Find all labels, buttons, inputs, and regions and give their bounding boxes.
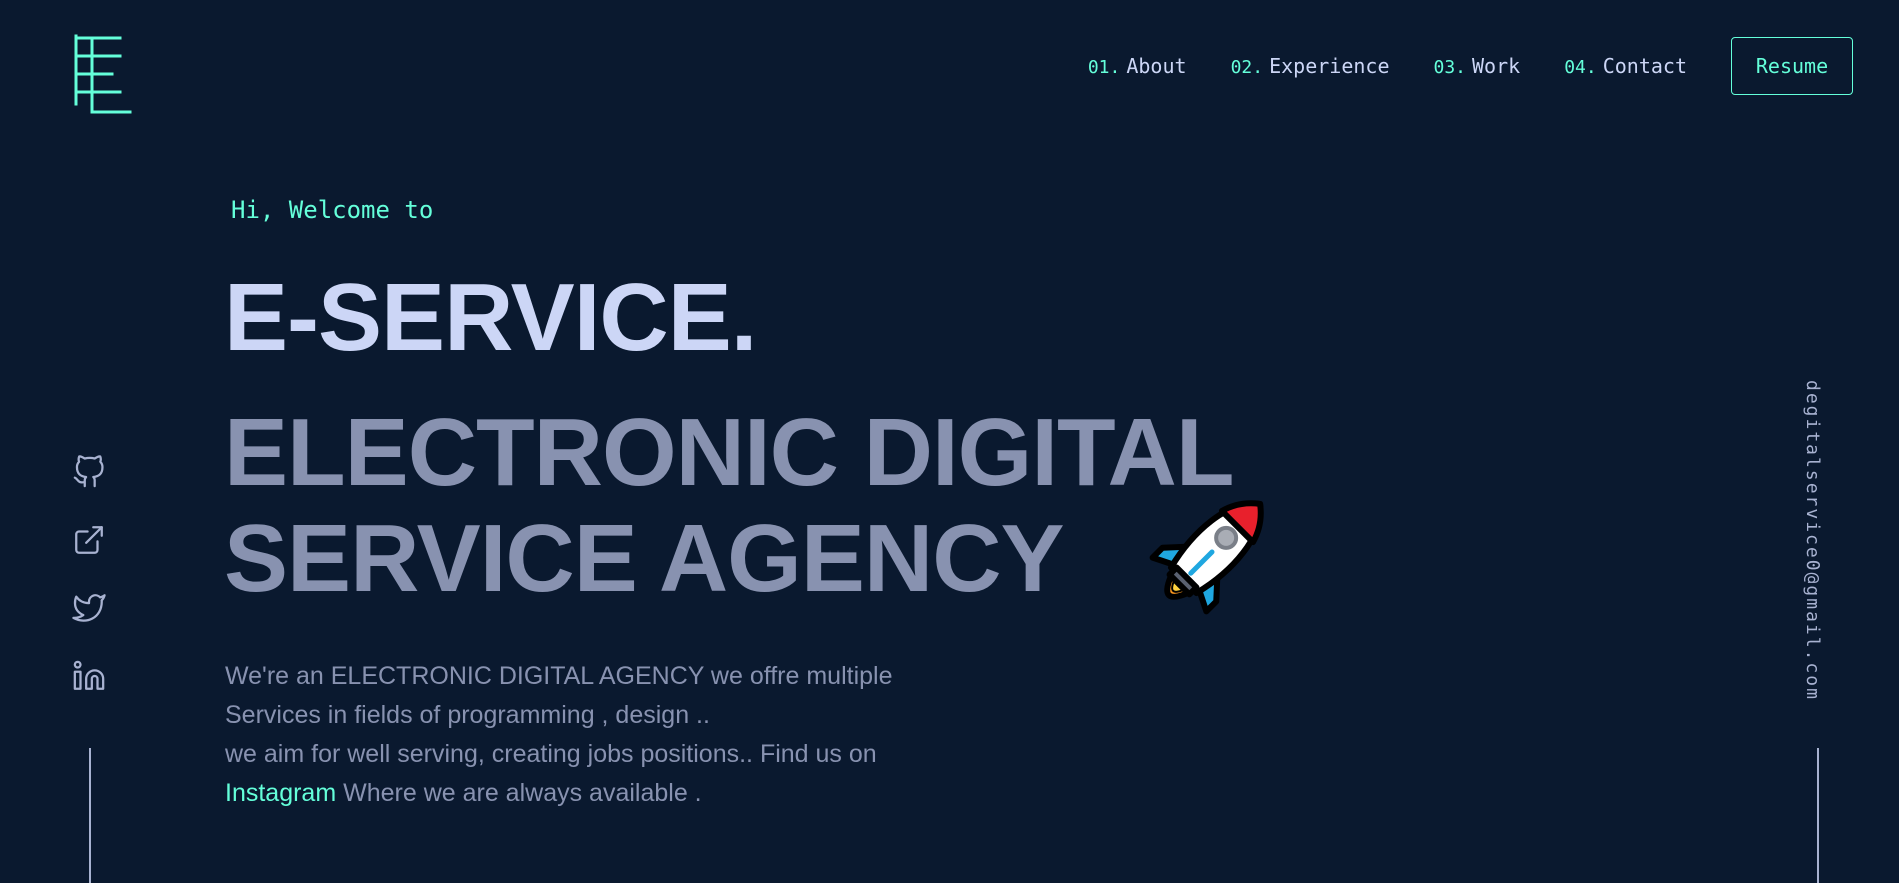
twitter-link[interactable] xyxy=(72,591,106,625)
instagram-link[interactable]: Instagram xyxy=(225,779,336,807)
description-line: Services in fields of programming , desi… xyxy=(225,701,710,729)
nav-item-work[interactable]: 03. Work xyxy=(1434,54,1521,78)
logo[interactable] xyxy=(72,34,134,116)
external-link[interactable] xyxy=(72,523,106,557)
hero-description: We're an ELECTRONIC DIGITAL AGENCY we of… xyxy=(225,657,985,813)
nav-item-about[interactable]: 01. About xyxy=(1088,54,1187,78)
nav-item-contact[interactable]: 04. Contact xyxy=(1564,54,1687,78)
left-divider-line xyxy=(89,748,91,883)
nav-item-number: 01. xyxy=(1087,57,1121,78)
hero-title: E-SERVICE. xyxy=(224,264,757,371)
hero-subtitle-line: SERVICE AGENCY xyxy=(224,505,1065,612)
nav-item-number: 04. xyxy=(1564,57,1597,78)
email-link[interactable]: degitalservice0@gmail.com xyxy=(1802,380,1823,701)
linkedin-link[interactable] xyxy=(72,659,106,693)
social-links xyxy=(72,455,108,727)
hero-subtitle-line: ELECTRONIC DIGITAL xyxy=(224,399,1234,506)
description-line: Where we are always available . xyxy=(336,779,702,807)
description-line: We're an ELECTRONIC DIGITAL AGENCY we of… xyxy=(225,662,893,690)
right-divider-line xyxy=(1817,748,1819,883)
linkedin-icon xyxy=(73,660,105,690)
description-line: we aim for well serving, creating jobs p… xyxy=(225,740,877,768)
nav-item-label: Contact xyxy=(1602,54,1687,78)
rocket-icon xyxy=(1149,500,1264,615)
nav-item-label: About xyxy=(1126,54,1187,78)
hero-greeting: Hi, Welcome to xyxy=(231,196,434,224)
github-link[interactable] xyxy=(72,455,106,489)
resume-button[interactable]: Resume xyxy=(1731,37,1853,95)
nav-item-experience[interactable]: 02. Experience xyxy=(1231,54,1390,78)
github-icon xyxy=(73,455,104,488)
nav-item-number: 02. xyxy=(1230,57,1264,78)
hero-subtitle: ELECTRONIC DIGITAL SERVICE AGENCY xyxy=(224,400,1234,612)
main-nav: 01. About 02. Experience 03. Work 04. Contac… xyxy=(1088,36,1853,96)
twitter-icon xyxy=(72,594,106,622)
nav-item-label: Experience xyxy=(1269,54,1390,78)
external-link-icon xyxy=(75,526,103,554)
nav-item-label: Work xyxy=(1472,54,1521,78)
nav-item-number: 03. xyxy=(1433,57,1467,78)
